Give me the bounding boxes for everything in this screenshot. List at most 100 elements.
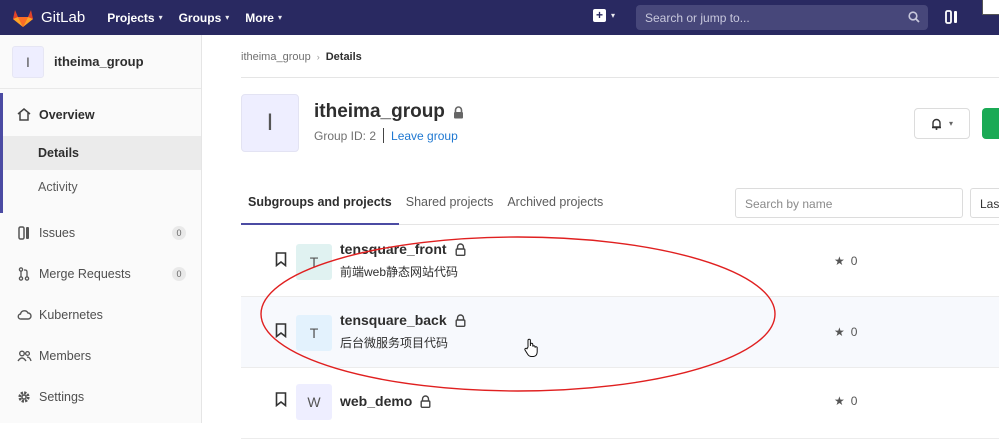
bookmark-icon: [275, 323, 287, 338]
divider: [241, 77, 999, 78]
project-avatar: T: [296, 315, 332, 351]
nav-groups-label: Groups: [178, 10, 222, 25]
star-count: ★ 0: [834, 254, 857, 268]
sidebar-item-label: Kubernetes: [39, 307, 103, 322]
issues-icon: [16, 225, 32, 240]
star-count-value: 0: [850, 254, 858, 268]
nav-more[interactable]: More ▾: [245, 11, 282, 25]
new-project-button[interactable]: [982, 108, 999, 139]
page-title: itheima_group: [314, 101, 464, 123]
chevron-down-icon: ▾: [277, 13, 282, 22]
chevron-down-icon: ▾: [158, 13, 163, 22]
project-avatar: T: [296, 244, 332, 280]
sidebar-item-issues[interactable]: Issues 0: [0, 212, 201, 253]
sidebar-item-kubernetes[interactable]: Kubernetes: [0, 294, 201, 335]
star-count-value: 0: [850, 325, 858, 339]
brand-name: GitLab: [41, 9, 86, 26]
top-navbar: GitLab Projects ▾ Groups ▾ More ▾ + ▾ Searc…: [0, 0, 999, 35]
breadcrumb: itheima_group › Details: [241, 51, 362, 63]
sort-dropdown[interactable]: Las: [970, 188, 999, 218]
group-meta: Group ID: 2 Leave group: [314, 128, 458, 143]
sidebar-item-members[interactable]: Members: [0, 335, 201, 376]
project-name-text: web_demo: [340, 393, 413, 409]
sidebar-item-label: Members: [39, 348, 92, 363]
sidebar-subitem-activity[interactable]: Activity: [0, 170, 201, 204]
sidebar-item-label: Merge Requests: [39, 266, 131, 281]
lock-icon: [453, 105, 463, 118]
project-name-text: tensquare_back: [340, 312, 447, 328]
project-row[interactable]: W web_demo ★ 0: [241, 368, 999, 439]
new-item-dropdown[interactable]: + ▾: [593, 9, 615, 22]
nav-groups[interactable]: Groups ▾: [179, 11, 230, 25]
issues-shortcut[interactable]: [945, 9, 959, 30]
notification-settings-button[interactable]: ▾: [914, 108, 970, 139]
project-description: 后台微服务项目代码: [340, 336, 449, 350]
lock-icon: [455, 242, 466, 256]
sidebar-item-overview[interactable]: Overview: [0, 93, 201, 213]
project-row[interactable]: T tensquare_back 后台微服务项目代码 ★ 0: [241, 297, 999, 368]
group-sidebar: I itheima_group Overview Details Activit…: [0, 35, 202, 423]
avatar: I: [12, 45, 44, 78]
home-icon: [16, 108, 32, 121]
project-avatar: W: [296, 384, 332, 420]
gitlab-tanuki-icon: [13, 9, 33, 27]
main-menu: Projects ▾ Groups ▾ More ▾: [107, 11, 298, 25]
star-count: ★ 0: [834, 394, 857, 408]
sidebar-group-name: itheima_group: [54, 54, 144, 69]
tab-archived-projects[interactable]: Archived projects: [500, 188, 610, 225]
sidebar-item-label: Details: [38, 146, 79, 160]
sidebar-context-header[interactable]: I itheima_group: [0, 35, 201, 89]
cloud-gear-icon: [16, 309, 32, 321]
tab-shared-projects[interactable]: Shared projects: [399, 188, 501, 225]
lock-icon: [420, 394, 431, 408]
sidebar-item-label: Settings: [39, 389, 85, 404]
divider: [383, 128, 385, 143]
chevron-down-icon: ▾: [225, 13, 230, 22]
sort-label: Las: [980, 197, 999, 211]
star-count: ★ 0: [834, 325, 857, 339]
project-name-text: tensquare_front: [340, 241, 447, 257]
breadcrumb-current: Details: [325, 51, 362, 63]
search-placeholder: Search or jump to...: [645, 11, 750, 25]
nav-more-label: More: [245, 10, 274, 25]
leave-group-link[interactable]: Leave group: [391, 129, 458, 143]
issues-icon: [945, 10, 957, 24]
filter-by-name-input[interactable]: Search by name: [735, 188, 963, 218]
plus-icon: +: [593, 9, 606, 22]
group-avatar: I: [241, 94, 299, 152]
sidebar-item-label: Activity: [38, 180, 78, 194]
bookmark-icon: [275, 392, 287, 407]
project-description: 前端web静态网站代码: [340, 265, 459, 279]
search-icon: [908, 11, 920, 23]
sidebar-subitem-details[interactable]: Details: [0, 136, 201, 170]
project-name[interactable]: web_demo: [340, 393, 431, 409]
sidebar-item-label: Overview: [39, 107, 95, 122]
merge-requests-count-badge: 0: [172, 266, 186, 281]
chevron-right-icon: ›: [316, 52, 320, 62]
chevron-down-icon: ▾: [611, 11, 616, 20]
sidebar-item-merge-requests[interactable]: Merge Requests 0: [0, 253, 201, 294]
group-name: itheima_group: [314, 101, 445, 122]
group-id: Group ID: 2: [314, 128, 377, 143]
sidebar-item-settings[interactable]: Settings: [0, 376, 201, 417]
breadcrumb-group-link[interactable]: itheima_group: [241, 51, 311, 63]
gitlab-logo[interactable]: GitLab: [12, 8, 85, 28]
hand-cursor-icon: [524, 338, 538, 357]
global-search-input[interactable]: Search or jump to...: [636, 5, 928, 30]
users-icon: [16, 350, 32, 362]
tab-subgroups-and-projects[interactable]: Subgroups and projects: [241, 188, 399, 225]
merge-request-icon: [16, 266, 32, 281]
project-name[interactable]: tensquare_front: [340, 241, 466, 257]
chevron-down-icon: ▾: [948, 119, 953, 128]
project-name[interactable]: tensquare_back: [340, 312, 466, 328]
lock-icon: [455, 313, 466, 327]
star-count-value: 0: [850, 394, 858, 408]
star-icon: ★: [834, 394, 845, 408]
issues-count-badge: 0: [172, 225, 186, 240]
bell-icon: [931, 118, 941, 130]
project-row[interactable]: T tensquare_front 前端web静态网站代码 ★ 0: [241, 226, 999, 297]
filter-placeholder: Search by name: [745, 197, 833, 211]
nav-projects[interactable]: Projects ▾: [107, 11, 162, 25]
nav-projects-label: Projects: [107, 10, 155, 25]
star-icon: ★: [834, 254, 845, 268]
